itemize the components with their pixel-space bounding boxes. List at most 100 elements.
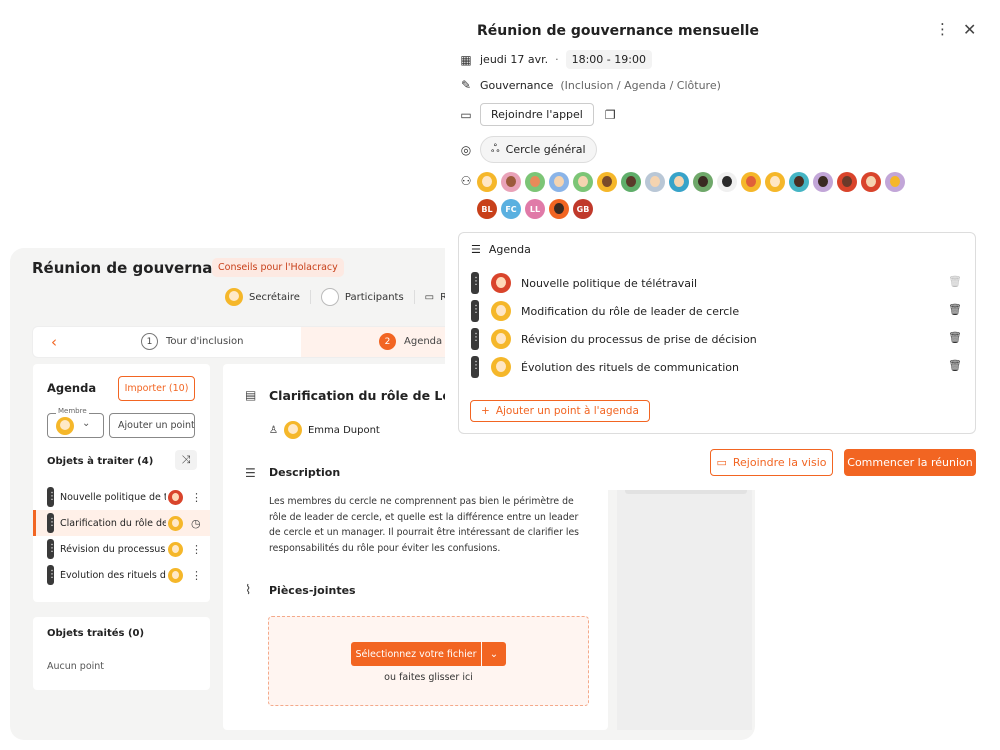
avatar	[491, 301, 511, 321]
select-file-button[interactable]: Sélectionnez votre fichier	[351, 642, 481, 666]
person-icon: ♙	[269, 424, 278, 436]
drag-handle-icon[interactable]	[47, 565, 54, 585]
participants-icon: ⚇	[460, 174, 472, 188]
item-label: Clarification du rôle de ...	[60, 517, 166, 529]
avatar[interactable]	[549, 172, 569, 192]
more-vert-icon[interactable]: ⋮	[191, 543, 202, 556]
add-point-input[interactable]: Ajouter un point...	[109, 413, 195, 438]
drag-handle-icon[interactable]	[47, 513, 54, 533]
avatar[interactable]	[741, 172, 761, 192]
chevron-down-icon: ⌄	[82, 418, 91, 429]
avatar[interactable]	[885, 172, 905, 192]
drag-handle-icon[interactable]	[47, 539, 54, 559]
list-item-active[interactable]: Clarification du rôle de ... ◷	[33, 510, 210, 536]
agenda-item-label: Évolution des rituels de communication	[521, 360, 739, 374]
holacracy-tips-badge[interactable]: Conseils pour l'Holacracy	[212, 258, 344, 277]
drag-handle-icon[interactable]	[471, 328, 479, 350]
avatar[interactable]	[597, 172, 617, 192]
avatar[interactable]	[837, 172, 857, 192]
avatar[interactable]	[717, 172, 737, 192]
circles-icon: ஃ	[491, 142, 500, 155]
avatar[interactable]	[645, 172, 665, 192]
calendar-icon: ▦	[460, 52, 472, 67]
start-meeting-button[interactable]: Commencer la réunion	[844, 449, 976, 476]
agenda-item-label: Nouvelle politique de télétravail	[521, 276, 698, 290]
avatar[interactable]	[573, 172, 593, 192]
member-select[interactable]: Membre ⌄	[47, 407, 104, 438]
role-bar: Secrétaire Participants ▭ Rejoi	[225, 288, 464, 306]
file-dropzone[interactable]: Sélectionnez votre fichier ⌄ ou faites g…	[268, 616, 589, 706]
to-process-title: Objets à traiter (4)	[47, 456, 154, 467]
avatar[interactable]	[789, 172, 809, 192]
add-agenda-point-button[interactable]: + Ajouter un point à l'agenda	[470, 400, 650, 422]
trash-icon[interactable]: 🗑	[948, 359, 962, 372]
paperclip-icon: ⌇	[245, 583, 252, 598]
divider	[309, 290, 311, 304]
step-number: 1	[141, 333, 158, 350]
avatar[interactable]	[525, 172, 545, 192]
list-item[interactable]: Révision du processus ... ⋮	[33, 536, 210, 562]
chevron-down-icon[interactable]: ⌄	[482, 642, 506, 666]
attachments-title: Pièces-jointes	[269, 584, 356, 597]
step-number: 2	[379, 333, 396, 350]
initials-avatar[interactable]: GB	[573, 199, 593, 219]
more-vert-icon[interactable]: ⋮	[191, 569, 202, 582]
initials-avatar[interactable]: BL	[477, 199, 497, 219]
avatar[interactable]	[621, 172, 641, 192]
video-icon: ▭	[460, 107, 472, 122]
step-agenda[interactable]: 2 Agenda	[379, 333, 442, 350]
avatar[interactable]	[501, 172, 521, 192]
avatar[interactable]	[813, 172, 833, 192]
description-text: Les membres du cercle ne comprennent pas…	[269, 496, 580, 554]
drag-handle-icon[interactable]	[471, 356, 479, 378]
shuffle-icon[interactable]: ⤨	[175, 450, 197, 470]
avatar[interactable]	[693, 172, 713, 192]
avatar[interactable]	[765, 172, 785, 192]
initials-avatar[interactable]: LL	[525, 199, 545, 219]
avatar	[491, 273, 511, 293]
globe-icon: ◎	[460, 142, 472, 157]
drag-handle-icon[interactable]	[471, 300, 479, 322]
copy-icon[interactable]: ❐	[605, 108, 616, 122]
processed-card: Objets traités (0) Aucun point	[33, 617, 210, 690]
join-call-button[interactable]: Rejoindre l'appel	[480, 103, 594, 126]
processed-title: Objets traités (0)	[47, 628, 145, 639]
join-visio-label: Rejoindre la visio	[732, 456, 827, 469]
avatar[interactable]	[669, 172, 689, 192]
list-item[interactable]: Évolution des rituels d... ⋮	[33, 562, 210, 588]
agenda-item[interactable]: Révision du processus de prise de décisi…	[471, 327, 966, 351]
avatar[interactable]	[549, 199, 569, 219]
import-button[interactable]: Importer (10)	[118, 376, 195, 401]
secretary-label[interactable]: Secrétaire	[249, 292, 300, 303]
avatar-row	[477, 172, 982, 192]
drag-handle-icon[interactable]	[471, 272, 479, 294]
list-item[interactable]: Nouvelle politique de t... ⋮	[33, 484, 210, 510]
avatar	[491, 357, 511, 377]
avatar[interactable]	[477, 172, 497, 192]
avatar	[168, 541, 183, 557]
chevron-left-icon[interactable]: ‹	[51, 333, 57, 351]
more-vert-icon[interactable]: ⋮	[191, 491, 202, 504]
avatar[interactable]	[861, 172, 881, 192]
trash-icon[interactable]: 🗑	[948, 331, 962, 344]
join-visio-button[interactable]: ▭ Rejoindre la visio	[710, 449, 833, 476]
agenda-header: ☰ Agenda	[471, 243, 531, 256]
agenda-title: Agenda	[488, 243, 531, 256]
initials-avatar[interactable]: FC	[501, 199, 521, 219]
meeting-time[interactable]: 18:00 - 19:00	[565, 50, 652, 69]
more-vert-icon[interactable]: ⋮	[935, 20, 950, 38]
trash-icon[interactable]: 🗑	[948, 303, 962, 316]
circle-chip[interactable]: ஃ Cercle général	[480, 136, 597, 163]
agenda-item[interactable]: Nouvelle politique de télétravail 🗑	[471, 271, 966, 295]
trash-icon[interactable]: 🗑	[948, 275, 962, 288]
meeting-date: jeudi 17 avr.	[480, 53, 549, 66]
avatar	[491, 329, 511, 349]
sidebar-title: Agenda	[47, 381, 97, 395]
agenda-item[interactable]: Évolution des rituels de communication 🗑	[471, 355, 966, 379]
agenda-item[interactable]: Modification du rôle de leader de cercle…	[471, 299, 966, 323]
step-inclusion[interactable]: 1 Tour d'inclusion	[141, 333, 243, 350]
close-icon[interactable]: ✕	[963, 20, 976, 39]
drag-handle-icon[interactable]	[47, 487, 54, 507]
meeting-detail-panel: Réunion de gouvernance mensuelle ⋮ ✕ ▦ j…	[445, 0, 1000, 490]
participants-label[interactable]: Participants	[345, 292, 404, 303]
